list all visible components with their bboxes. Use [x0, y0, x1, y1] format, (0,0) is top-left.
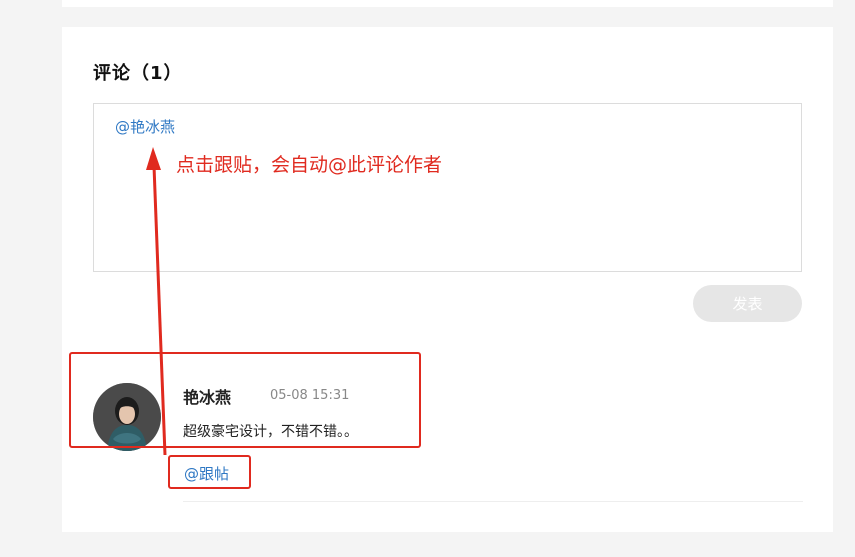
- annotation-arrow-icon: [146, 147, 167, 456]
